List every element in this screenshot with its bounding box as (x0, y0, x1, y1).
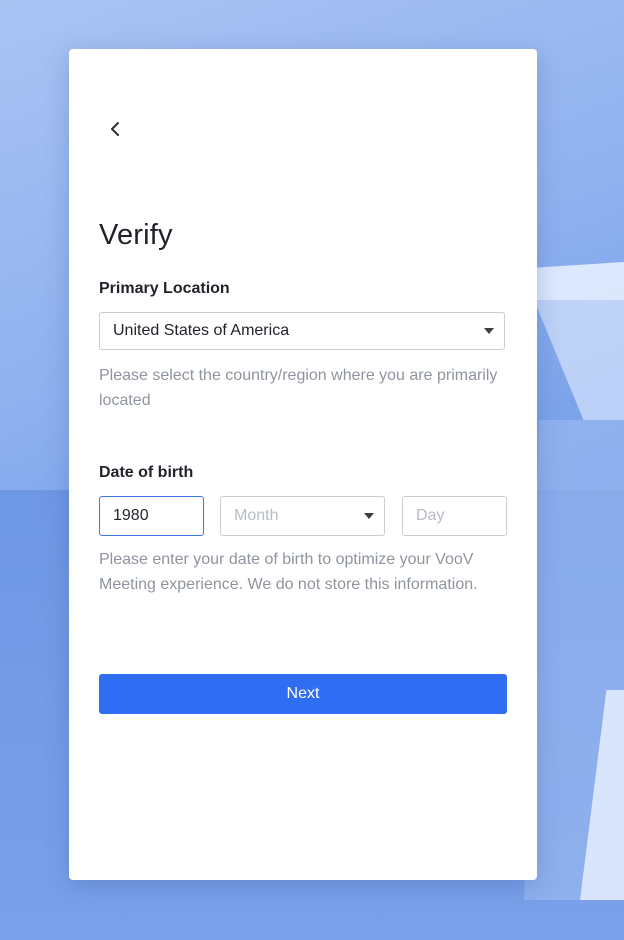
birth-month-placeholder: Month (234, 507, 279, 524)
caret-down-icon (484, 328, 494, 334)
birth-year-input[interactable] (99, 496, 204, 536)
background-shape (524, 420, 624, 900)
date-of-birth-label: Date of birth (99, 464, 194, 481)
back-button[interactable] (103, 115, 127, 143)
birth-month-select[interactable]: Month (220, 496, 385, 536)
background-shape (580, 690, 624, 900)
primary-location-value: United States of America (113, 322, 290, 339)
birth-day-input[interactable] (402, 496, 507, 536)
primary-location-select[interactable]: United States of America (99, 312, 505, 350)
background-shape (534, 300, 624, 420)
page-title: Verify (99, 219, 173, 251)
caret-down-icon (364, 513, 374, 519)
primary-location-hint: Please select the country/region where y… (99, 367, 498, 409)
chevron-left-icon (111, 122, 119, 136)
primary-location-label: Primary Location (99, 280, 230, 297)
next-button[interactable]: Next (99, 674, 507, 714)
date-of-birth-hint: Please enter your date of birth to optim… (99, 551, 478, 593)
verify-dialog: Verify Primary Location United States of… (69, 49, 537, 880)
